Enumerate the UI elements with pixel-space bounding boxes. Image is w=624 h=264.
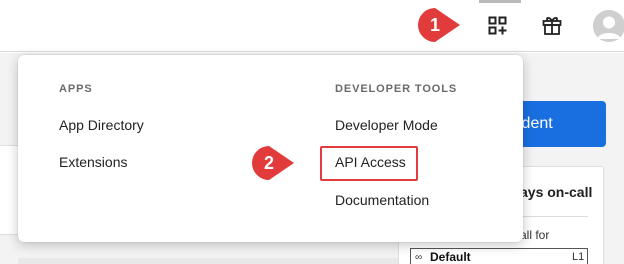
policy-level: L1 xyxy=(572,251,585,263)
top-bar xyxy=(0,0,624,52)
developer-tools-section-title: DEVELOPER TOOLS xyxy=(335,83,458,95)
menu-item-documentation[interactable]: Documentation xyxy=(335,192,429,208)
policy-name: Default xyxy=(430,250,471,264)
active-indicator xyxy=(479,0,521,3)
menu-item-extensions[interactable]: Extensions xyxy=(59,154,127,170)
apps-add-icon[interactable] xyxy=(486,14,510,38)
background-strip xyxy=(18,258,398,264)
gift-icon[interactable] xyxy=(540,13,564,37)
menu-item-app-directory[interactable]: App Directory xyxy=(59,117,144,133)
oncall-subtitle: all for xyxy=(520,228,550,242)
new-incident-button[interactable]: ident xyxy=(510,101,606,147)
menu-item-developer-mode[interactable]: Developer Mode xyxy=(335,117,438,133)
callout-1-number: 1 xyxy=(430,15,440,35)
oncall-card-title: ays on-call xyxy=(520,184,593,200)
infinity-icon: ∞ xyxy=(415,252,423,263)
callout-1: 1 xyxy=(418,8,460,42)
callout-2-number: 2 xyxy=(264,153,274,173)
user-avatar-icon[interactable] xyxy=(593,10,624,42)
page: ident ays on-call all for ∞ Default L1 A… xyxy=(0,0,624,264)
callout-2: 2 xyxy=(252,146,294,180)
api-access-highlight xyxy=(320,146,418,181)
apps-section-title: APPS xyxy=(59,83,93,95)
